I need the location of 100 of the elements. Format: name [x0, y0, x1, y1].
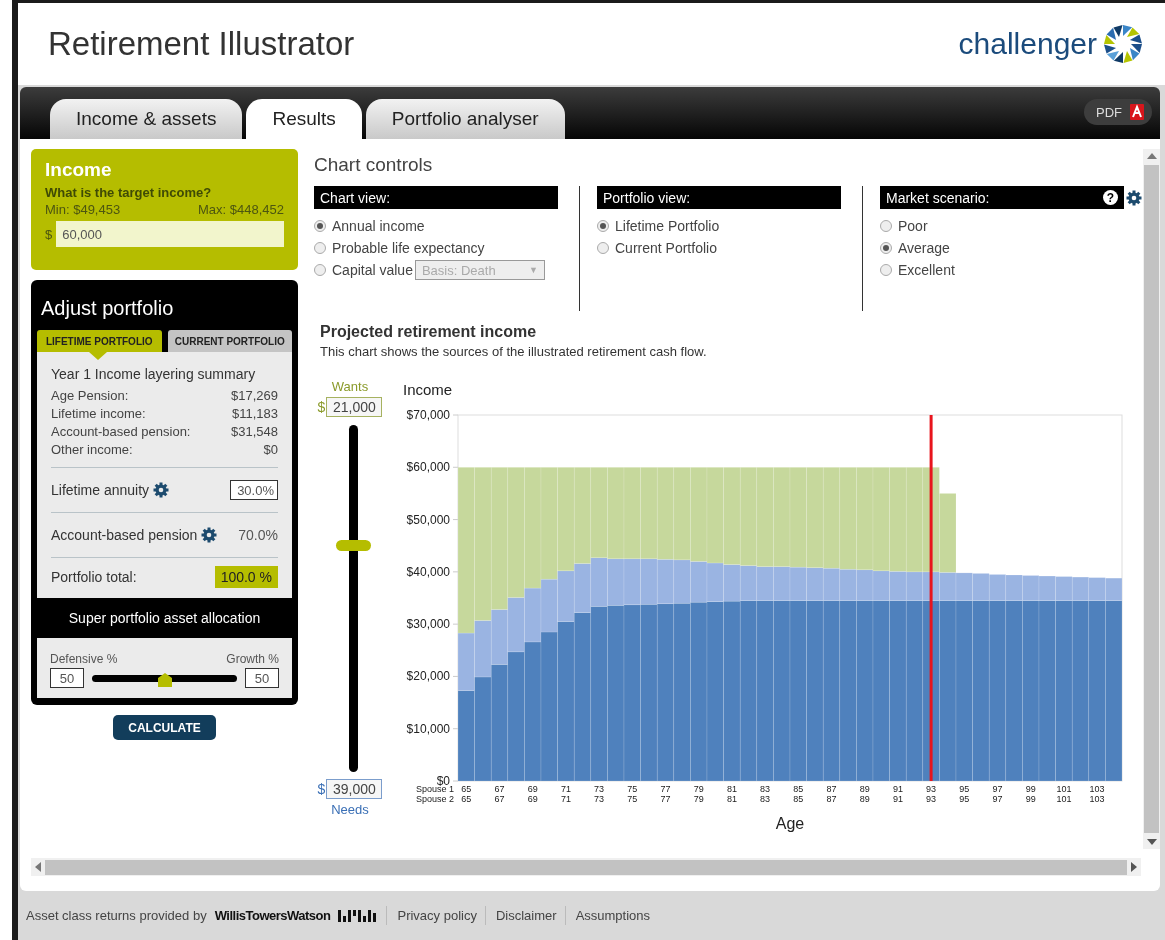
scroll-up-icon[interactable]: [1146, 153, 1157, 159]
summary-title: Year 1 Income layering summary: [51, 366, 257, 382]
x-tick-label: 89: [859, 794, 870, 804]
x-tick-label: 103: [1089, 784, 1105, 794]
currency-symbol: $: [317, 781, 326, 797]
x-tick-label: 103: [1089, 794, 1105, 804]
x-tick-label: 95: [959, 794, 970, 804]
x-tick-label: 77: [660, 784, 671, 794]
scroll-down-icon[interactable]: [1146, 839, 1157, 845]
x-tick-label: 81: [726, 794, 737, 804]
x-tick-label: 69: [527, 794, 538, 804]
option-label: Probable life expectancy: [332, 240, 485, 256]
y-tick-label: $60,000: [406, 460, 450, 475]
portfolio-tab[interactable]: CURRENT PORTFOLIO: [167, 330, 292, 352]
settings-icon[interactable]: [1126, 189, 1142, 206]
x-tick-label: 95: [959, 784, 970, 794]
summary-value: $17,269: [231, 387, 278, 405]
y-tick-label: $30,000: [406, 617, 450, 632]
x-tick-label: 89: [859, 784, 870, 794]
x-tick-label: 83: [760, 784, 771, 794]
defensive-label: Defensive %: [50, 652, 118, 666]
x-tick-label: 79: [693, 784, 704, 794]
x-tick-label: 83: [760, 794, 771, 804]
x-tick-label: 93: [926, 784, 937, 794]
tab[interactable]: Portfolio analyser: [365, 99, 565, 139]
x-tick-label: 67: [494, 784, 505, 794]
x-tick-label: 75: [627, 794, 638, 804]
tab-pointer-icon: [89, 352, 107, 360]
bars-logo-icon: [338, 909, 379, 922]
total-value: 100.0 %: [214, 566, 278, 588]
wants-field[interactable]: 21,000: [326, 397, 383, 417]
min-label: Min: $49,453: [45, 202, 121, 217]
radio-button[interactable]: [314, 264, 326, 276]
needs-field[interactable]: 39,000: [326, 779, 383, 799]
chart-title: Projected retirement income: [319, 323, 538, 341]
footer-link[interactable]: Disclaimer: [484, 906, 557, 925]
y-tick-label: $0: [436, 774, 450, 788]
option-label: Lifetime Portfolio: [615, 218, 720, 234]
x-tick-label: 75: [627, 784, 638, 794]
allocation-field[interactable]: 30.0%: [230, 480, 278, 500]
radio-button[interactable]: [880, 264, 892, 276]
scrollbar[interactable]: [31, 858, 1141, 876]
x-tick-label: 79: [693, 794, 704, 804]
provider-logo: WillisTowersWatson: [214, 908, 331, 923]
group-title: Chart view:: [320, 189, 391, 206]
x-tick-label: 101: [1056, 784, 1072, 794]
wants-label: Wants: [331, 379, 369, 394]
slider-thumb[interactable]: [335, 540, 371, 552]
section-title: Chart controls: [314, 153, 434, 177]
x-tick-label: 71: [560, 794, 571, 804]
option-label: Annual income: [332, 218, 425, 234]
allocation-value: 70.0%: [238, 527, 278, 543]
growth-field[interactable]: 50: [245, 668, 279, 688]
tab[interactable]: Income & assets: [50, 99, 243, 139]
radio-button[interactable]: [880, 220, 892, 232]
summary-label: Age Pension:: [51, 387, 129, 405]
summary-label: Account-based pension:: [51, 423, 191, 441]
pdf-button[interactable]: PDF: [1084, 99, 1152, 125]
starburst-logo-icon: [1101, 22, 1145, 66]
option-label: Capital value: [332, 262, 413, 278]
x-tick-label: 65: [461, 784, 472, 794]
tab[interactable]: Results: [246, 99, 362, 139]
x-tick-label: 87: [826, 784, 837, 794]
y-tick-label: $50,000: [406, 512, 450, 527]
x-tick-label: 97: [992, 784, 1003, 794]
help-icon[interactable]: ?: [1103, 190, 1118, 205]
option-label: Poor: [898, 218, 928, 234]
y-tick-label: $10,000: [406, 721, 450, 736]
currency-symbol: $: [45, 226, 53, 242]
asset-allocation-title: Super portfolio asset allocation: [67, 609, 262, 628]
x-tick-label: 69: [527, 784, 538, 794]
scroll-right-icon[interactable]: [1131, 862, 1137, 872]
footer-link[interactable]: Assumptions: [564, 906, 651, 925]
y-tick-label: $70,000: [406, 408, 450, 422]
target-income-field[interactable]: 60,000: [56, 221, 284, 247]
calculate-button[interactable]: CALCULATE: [113, 715, 216, 740]
summary-value: $11,183: [231, 405, 278, 423]
x-tick-label: 73: [594, 784, 605, 794]
settings-icon[interactable]: [201, 527, 218, 543]
radio-button[interactable]: [314, 220, 326, 232]
radio-button[interactable]: [597, 220, 609, 232]
footer-link[interactable]: Privacy policy: [386, 906, 477, 925]
allocation-label: Account-based pension: [51, 527, 198, 543]
scroll-left-icon[interactable]: [35, 862, 41, 872]
radio-button[interactable]: [597, 242, 609, 254]
group-title: Market scenario:: [886, 189, 990, 206]
income-question: What is the target income?: [45, 185, 213, 200]
radio-button[interactable]: [314, 242, 326, 254]
adjust-portfolio-title: Adjust portfolio: [40, 296, 175, 321]
radio-button[interactable]: [880, 242, 892, 254]
x-tick-label: 99: [1025, 794, 1036, 804]
x-tick-label: 101: [1056, 794, 1072, 804]
settings-icon[interactable]: [153, 482, 170, 498]
x-tick-label: 77: [660, 794, 671, 804]
x-tick-label: 67: [494, 794, 505, 804]
option-label: Excellent: [898, 262, 955, 278]
credit-text: Asset class returns provided by: [26, 908, 207, 923]
slider-thumb[interactable]: [157, 672, 172, 687]
defensive-field[interactable]: 50: [50, 668, 84, 688]
scrollbar[interactable]: [1143, 149, 1160, 849]
